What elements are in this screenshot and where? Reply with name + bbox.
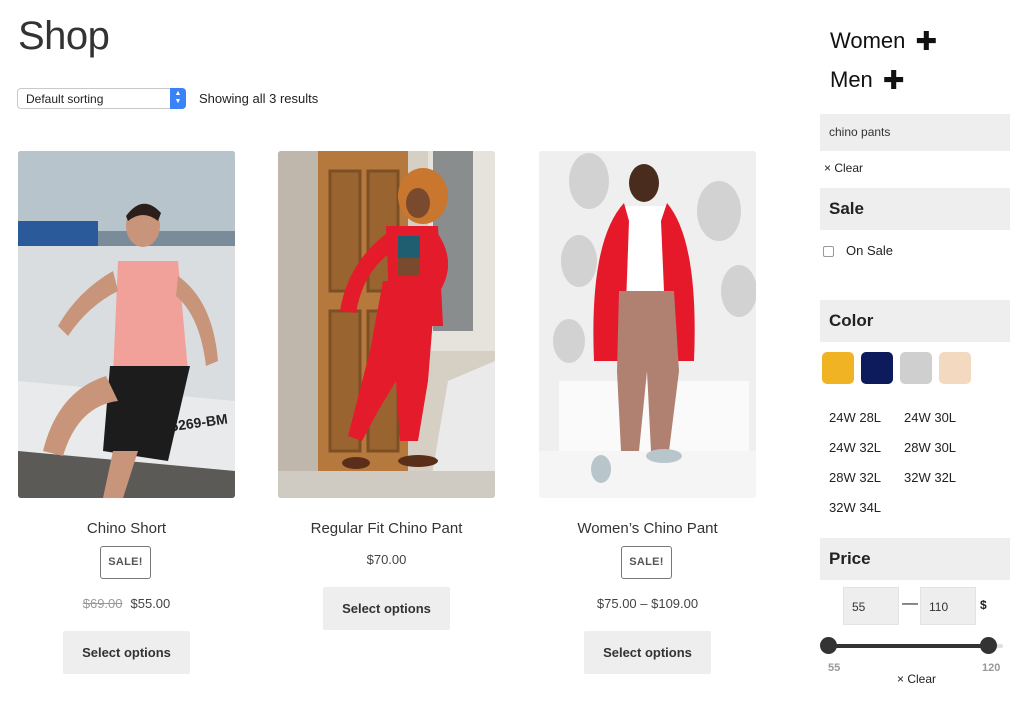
size-option[interactable]: 24W 30L: [904, 410, 956, 425]
sale-heading: Sale: [820, 188, 1010, 230]
price-slider-min-handle[interactable]: [820, 637, 837, 654]
price-slider-range: [827, 644, 989, 648]
color-heading: Color: [820, 300, 1010, 342]
product-name[interactable]: Chino Short: [18, 520, 235, 537]
price-range-separator: —: [902, 595, 918, 612]
on-sale-checkbox[interactable]: [823, 246, 834, 257]
product-price: $75.00 – $109.00: [539, 596, 756, 611]
product-name[interactable]: Women’s Chino Pant: [539, 520, 756, 537]
select-options-button[interactable]: Select options: [323, 587, 450, 630]
size-option[interactable]: 28W 30L: [904, 440, 956, 455]
product-image[interactable]: CO-26269-BM: [18, 151, 235, 498]
product-card: Regular Fit Chino Pant $70.00 Select opt…: [278, 151, 495, 630]
plus-icon[interactable]: ✚: [883, 65, 905, 95]
price-currency: $: [980, 598, 987, 612]
product-card: CO-26269-BM Chino Short SALE! $69.00 $55.…: [18, 151, 235, 674]
color-swatch-beige[interactable]: [939, 352, 971, 384]
color-swatch-navy[interactable]: [861, 352, 893, 384]
color-swatch-yellow[interactable]: [822, 352, 854, 384]
sort-select[interactable]: Default sorting ▲ ▼: [17, 88, 186, 109]
price-heading: Price: [820, 538, 1010, 580]
price-range-max-label: 120: [982, 662, 1001, 674]
product-price: $70.00: [278, 552, 495, 567]
category-label: Men: [830, 67, 873, 92]
sale-badge: SALE!: [100, 546, 151, 579]
product-card: Women’s Chino Pant SALE! $75.00 – $109.0…: [539, 151, 756, 674]
product-name[interactable]: Regular Fit Chino Pant: [278, 520, 495, 537]
select-options-button[interactable]: Select options: [63, 631, 190, 674]
color-swatch-gray[interactable]: [900, 352, 932, 384]
result-count: Showing all 3 results: [199, 91, 319, 106]
category-women[interactable]: Women ✚: [830, 26, 937, 57]
on-sale-label[interactable]: On Sale: [846, 243, 893, 258]
page-title: Shop: [18, 14, 110, 58]
active-filter-chip[interactable]: chino pants: [820, 114, 1010, 151]
select-arrows-icon: ▲ ▼: [170, 88, 186, 109]
product-image[interactable]: [278, 151, 495, 498]
category-men[interactable]: Men ✚: [830, 65, 905, 96]
product-image[interactable]: [539, 151, 756, 498]
size-option[interactable]: 24W 32L: [829, 440, 881, 455]
price-current: $75.00 – $109.00: [596, 596, 699, 611]
category-label: Women: [830, 28, 906, 53]
sort-select-value: Default sorting: [26, 92, 104, 106]
size-option[interactable]: 28W 32L: [829, 470, 881, 485]
price-range-min-label: 55: [828, 662, 841, 674]
max-price-input[interactable]: 110: [920, 587, 976, 625]
min-price-input[interactable]: 55: [843, 587, 899, 625]
size-option[interactable]: 32W 32L: [904, 470, 956, 485]
product-price: $69.00 $55.00: [18, 596, 235, 611]
price-old: $69.00: [82, 596, 123, 611]
price-current: $70.00: [366, 552, 407, 567]
clear-price-link[interactable]: × Clear: [897, 672, 936, 686]
select-options-button[interactable]: Select options: [584, 631, 711, 674]
size-option[interactable]: 24W 28L: [829, 410, 881, 425]
price-slider-max-handle[interactable]: [980, 637, 997, 654]
size-option[interactable]: 32W 34L: [829, 500, 881, 515]
sale-badge: SALE!: [621, 546, 672, 579]
price-current: $55.00: [130, 596, 171, 611]
plus-icon[interactable]: ✚: [915, 26, 937, 56]
clear-filter-link[interactable]: × Clear: [824, 161, 863, 175]
